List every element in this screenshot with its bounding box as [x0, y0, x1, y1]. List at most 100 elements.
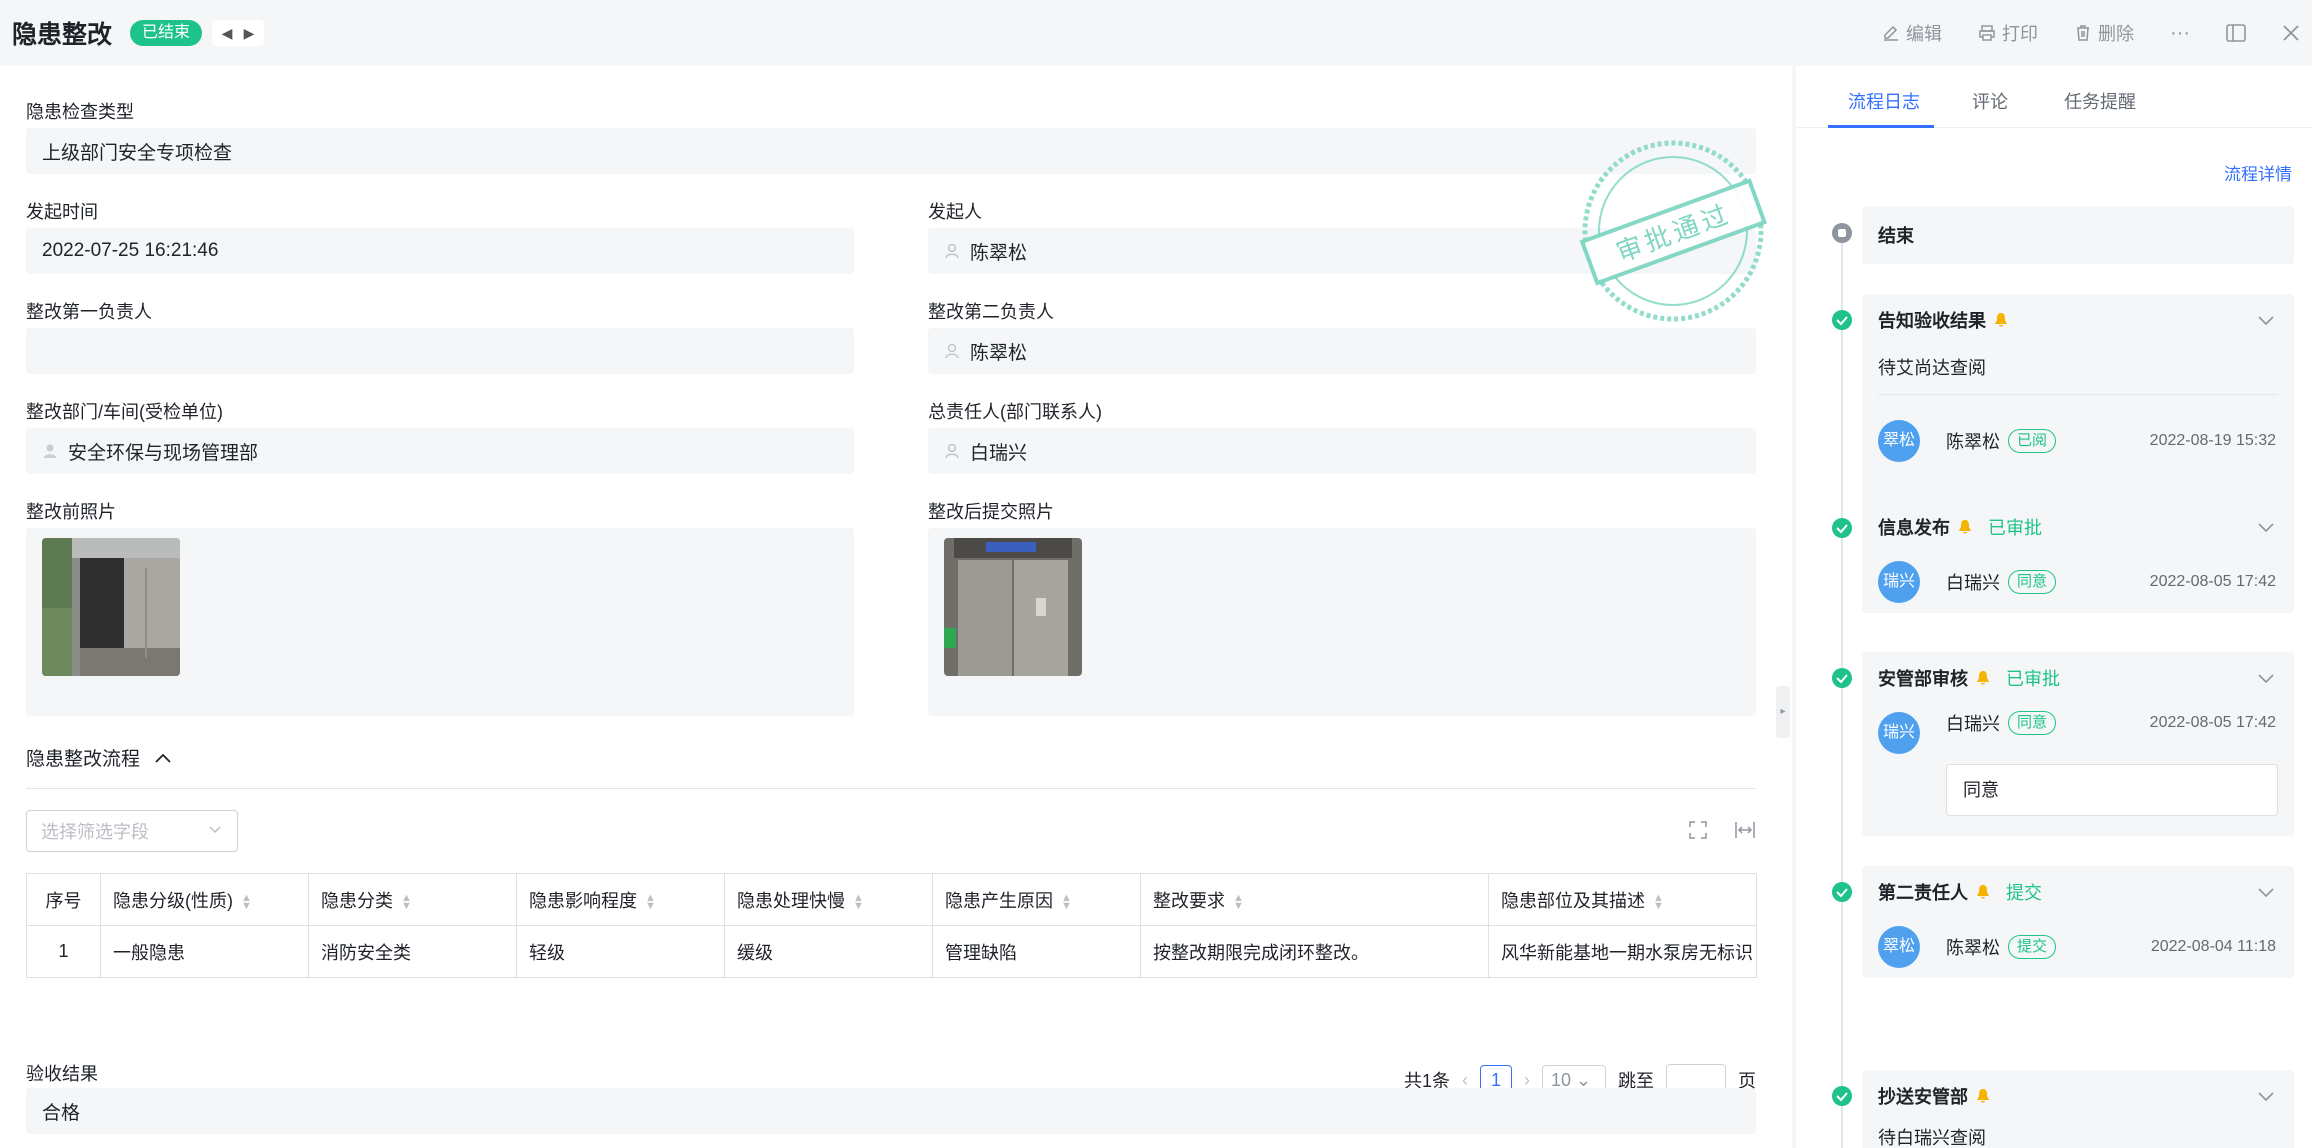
table-cell: 一般隐患	[100, 925, 309, 978]
page-header: 隐患整改 已结束 ◀ ▶ 编辑 打印 删除 ···	[0, 0, 2312, 66]
check-icon	[1832, 668, 1852, 688]
approval-comment: 同意	[1946, 764, 2278, 816]
timeline-card-title: 告知验收结果	[1878, 294, 2008, 346]
timeline-card: 结束	[1862, 206, 2294, 264]
sort-icon[interactable]: ▲ ▼	[1061, 892, 1072, 911]
edit-button[interactable]: 编辑	[1882, 20, 1942, 46]
before-photo-area	[26, 528, 854, 716]
sort-icon[interactable]: ▲ ▼	[241, 892, 252, 911]
next-record-icon[interactable]: ▶	[238, 22, 260, 44]
table-cell: 轻级	[516, 925, 725, 978]
chief-value: 白瑞兴	[970, 442, 1028, 464]
section-divider	[26, 788, 1756, 789]
record-nav: ◀ ▶	[212, 20, 265, 46]
chevron-down-icon[interactable]	[2256, 1086, 2276, 1106]
check-icon	[1832, 310, 1852, 330]
column-header[interactable]: 隐患分级(性质) ▲ ▼	[100, 873, 309, 926]
department-icon	[44, 444, 56, 458]
column-width-icon[interactable]	[1734, 820, 1756, 846]
check-type-value: 上级部门安全专项检查	[42, 142, 233, 164]
chief-field[interactable]: 白瑞兴	[928, 428, 1756, 474]
sort-icon[interactable]: ▲ ▼	[645, 892, 656, 911]
panel-toggle-icon[interactable]	[2226, 24, 2246, 42]
check-type-field[interactable]: 上级部门安全专项检查	[26, 128, 1756, 174]
active-tab-indicator	[1828, 125, 1934, 128]
fullscreen-icon[interactable]	[1688, 820, 1708, 846]
print-label: 打印	[2002, 24, 2039, 44]
after-photo-label: 整改后提交照片	[928, 502, 1054, 522]
filter-placeholder: 选择筛选字段	[41, 822, 149, 842]
first-owner-field[interactable]	[26, 328, 854, 374]
timestamp: 2022-08-05 17:42	[2149, 714, 2276, 731]
tab-flow-log[interactable]: 流程日志	[1848, 88, 1920, 114]
chevron-down-icon[interactable]	[2256, 310, 2276, 330]
tab-comments[interactable]: 评论	[1972, 88, 2008, 114]
column-header[interactable]: 隐患分类 ▲ ▼	[308, 873, 517, 926]
chevron-up-icon[interactable]	[154, 752, 172, 764]
column-header[interactable]: 整改要求 ▲ ▼	[1140, 873, 1489, 926]
close-icon[interactable]	[2282, 24, 2300, 42]
column-header[interactable]: 隐患产生原因 ▲ ▼	[932, 873, 1141, 926]
timeline-card-title: 信息发布 已审批	[1878, 501, 2042, 553]
flow-detail-link[interactable]: 流程详情	[2224, 160, 2292, 185]
column-header[interactable]: 隐患影响程度 ▲ ▼	[516, 873, 725, 926]
approval-status: 提交	[2006, 883, 2042, 903]
tab-task-reminders[interactable]: 任务提醒	[2064, 88, 2136, 114]
status-badge: 同意	[2008, 711, 2057, 735]
start-time-field[interactable]: 2022-07-25 16:21:46	[26, 228, 854, 274]
second-owner-field[interactable]: 陈翠松	[928, 328, 1756, 374]
more-icon[interactable]: ···	[2170, 22, 2190, 45]
chevron-down-icon[interactable]	[2256, 668, 2276, 688]
chevron-down-icon[interactable]	[2256, 517, 2276, 537]
table-header-row: 序号 隐患分级(性质) ▲ ▼ 隐患分类 ▲ ▼ 隐患影响程度 ▲ ▼ 隐患处理快慢 ▲ ▼ 隐…	[26, 873, 1757, 926]
bell-icon	[1977, 885, 1989, 899]
side-tabs: 流程日志 评论 任务提醒	[1796, 66, 2312, 128]
sort-icon[interactable]: ▲ ▼	[401, 892, 412, 911]
panel-resize-handle[interactable]: ▸	[1776, 686, 1790, 738]
chief-label: 总责任人(部门联系人)	[928, 402, 1102, 422]
table-cell: 风华新能基地一期水泵房无标识	[1488, 925, 1757, 978]
bell-icon	[1977, 1089, 1989, 1103]
department-label: 整改部门/车间(受检单位)	[26, 402, 223, 422]
column-header[interactable]: 序号	[26, 873, 101, 926]
timeline-card: 第二责任人 提交 翠松 陈翠松 提交 2022-08-04 11:18	[1862, 866, 2294, 978]
edit-label: 编辑	[1906, 24, 1943, 44]
check-icon	[1832, 518, 1852, 538]
department-field[interactable]: 安全环保与现场管理部	[26, 428, 854, 474]
timeline-card-title: 第二责任人 提交	[1878, 866, 2042, 918]
acceptance-field[interactable]: 合格	[26, 1088, 1756, 1134]
acceptance-label: 验收结果	[26, 1064, 98, 1084]
filter-field-select[interactable]: 选择筛选字段	[26, 810, 238, 852]
timeline-card-title: 安管部审核 已审批	[1878, 652, 2060, 704]
pending-reader: 待艾尚达查阅	[1878, 358, 1986, 378]
first-owner-label: 整改第一负责人	[26, 302, 152, 322]
check-icon	[1832, 1086, 1852, 1106]
column-header[interactable]: 隐患处理快慢 ▲ ▼	[724, 873, 933, 926]
avatar: 瑞兴	[1878, 712, 1920, 754]
before-photo-thumbnail[interactable]	[42, 538, 180, 676]
approver: 陈翠松 已阅	[1946, 428, 2057, 454]
sort-icon[interactable]: ▲ ▼	[1653, 892, 1664, 911]
approver: 白瑞兴 同意	[1946, 710, 2057, 736]
process-section-header[interactable]: 隐患整改流程	[26, 744, 172, 771]
prev-record-icon[interactable]: ◀	[216, 22, 238, 44]
end-node-icon	[1832, 223, 1852, 243]
process-table: 序号 隐患分级(性质) ▲ ▼ 隐患分类 ▲ ▼ 隐患影响程度 ▲ ▼ 隐患处理快慢 ▲ ▼ 隐…	[26, 873, 1757, 978]
delete-button[interactable]: 删除	[2074, 20, 2134, 46]
timeline-card: 抄送安管部 待白瑞兴查阅	[1862, 1070, 2294, 1148]
record-form: 隐患检查类型 上级部门安全专项检查 发起时间 2022-07-25 16:21:…	[0, 66, 1792, 1148]
table-row[interactable]: 1 一般隐患 消防安全类 轻级 缓级 管理缺陷 按整改期限完成闭环整改。 风华新…	[26, 925, 1757, 978]
sort-icon[interactable]: ▲ ▼	[1233, 892, 1244, 911]
timeline-card-title: 结束	[1878, 226, 1914, 246]
print-button[interactable]: 打印	[1978, 20, 2038, 46]
second-owner-label: 整改第二负责人	[928, 302, 1054, 322]
sort-icon[interactable]: ▲ ▼	[853, 892, 864, 911]
card-divider	[1878, 394, 2278, 395]
approved-stamp: 审批通过	[1578, 136, 1768, 326]
process-section-title: 隐患整改流程	[26, 749, 141, 770]
avatar: 瑞兴	[1878, 561, 1920, 603]
chevron-down-icon[interactable]	[2256, 882, 2276, 902]
after-photo-thumbnail[interactable]	[944, 538, 1082, 676]
column-header[interactable]: 隐患部位及其描述 ▲ ▼	[1488, 873, 1757, 926]
status-badge: 已结束	[130, 20, 203, 46]
